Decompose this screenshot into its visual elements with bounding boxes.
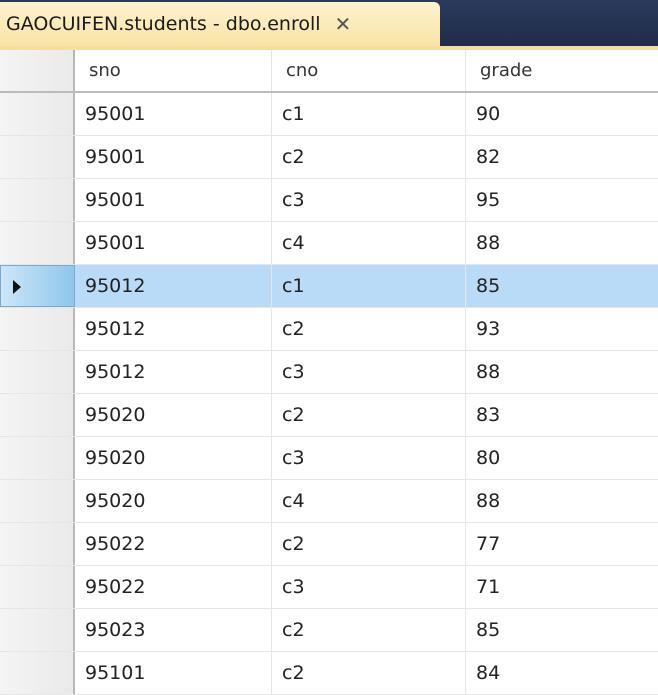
row-selector[interactable] bbox=[0, 351, 75, 393]
cell-cno[interactable]: c2 bbox=[272, 308, 466, 350]
row-selector[interactable] bbox=[0, 566, 75, 608]
row-selector[interactable] bbox=[0, 437, 75, 479]
cell-grade[interactable]: 88 bbox=[466, 480, 658, 522]
cell-sno[interactable]: 95001 bbox=[75, 93, 272, 135]
table-row[interactable]: 95001 c4 88 bbox=[0, 222, 658, 265]
cell-sno[interactable]: 95020 bbox=[75, 394, 272, 436]
cell-sno[interactable]: 95020 bbox=[75, 437, 272, 479]
row-selector[interactable] bbox=[0, 179, 75, 221]
cell-cno[interactable]: c1 bbox=[272, 93, 466, 135]
table-row[interactable]: 95020 c2 83 bbox=[0, 394, 658, 437]
cell-cno[interactable]: c4 bbox=[272, 480, 466, 522]
table-row[interactable]: 95001 c1 90 bbox=[0, 93, 658, 136]
table-row[interactable]: 95001 c2 82 bbox=[0, 136, 658, 179]
row-selector[interactable] bbox=[0, 222, 75, 264]
row-selector[interactable] bbox=[0, 93, 75, 135]
cell-cno[interactable]: c3 bbox=[272, 351, 466, 393]
cell-grade[interactable]: 80 bbox=[466, 437, 658, 479]
row-selector[interactable] bbox=[0, 609, 75, 651]
table-row[interactable]: 95020 c3 80 bbox=[0, 437, 658, 480]
table-row[interactable]: 95101 c2 84 bbox=[0, 652, 658, 695]
cell-grade[interactable]: 77 bbox=[466, 523, 658, 565]
document-tab-bar: GAOCUIFEN.students - dbo.enroll ✕ bbox=[0, 0, 658, 50]
tab-enroll[interactable]: GAOCUIFEN.students - dbo.enroll ✕ bbox=[0, 2, 440, 46]
column-header-cno[interactable]: cno bbox=[272, 50, 466, 91]
close-icon[interactable]: ✕ bbox=[335, 12, 352, 36]
table-row[interactable]: 95001 c3 95 bbox=[0, 179, 658, 222]
cell-grade[interactable]: 88 bbox=[466, 222, 658, 264]
row-selector[interactable] bbox=[0, 480, 75, 522]
table-row[interactable]: 95023 c2 85 bbox=[0, 609, 658, 652]
cell-grade[interactable]: 83 bbox=[466, 394, 658, 436]
cell-sno[interactable]: 95020 bbox=[75, 480, 272, 522]
cell-grade[interactable]: 88 bbox=[466, 351, 658, 393]
tab-title: GAOCUIFEN.students - dbo.enroll bbox=[6, 13, 321, 35]
results-grid: sno cno grade 95001 c1 90 95001 c2 82 95001 c3 9… bbox=[0, 50, 658, 695]
cell-grade[interactable]: 95 bbox=[466, 179, 658, 221]
cell-sno[interactable]: 95001 bbox=[75, 136, 272, 178]
cell-cno[interactable]: c3 bbox=[272, 179, 466, 221]
cell-grade[interactable]: 85 bbox=[466, 265, 658, 307]
cell-grade[interactable]: 71 bbox=[466, 566, 658, 608]
table-row[interactable]: 95022 c2 77 bbox=[0, 523, 658, 566]
current-row-arrow-icon bbox=[13, 280, 21, 294]
cell-sno[interactable]: 95001 bbox=[75, 179, 272, 221]
header-row: sno cno grade bbox=[0, 50, 658, 93]
cell-cno[interactable]: c2 bbox=[272, 652, 466, 694]
cell-sno[interactable]: 95022 bbox=[75, 523, 272, 565]
cell-grade[interactable]: 82 bbox=[466, 136, 658, 178]
cell-sno[interactable]: 95012 bbox=[75, 351, 272, 393]
cell-grade[interactable]: 90 bbox=[466, 93, 658, 135]
cell-sno[interactable]: 95012 bbox=[75, 308, 272, 350]
row-selector[interactable] bbox=[0, 308, 75, 350]
row-selector[interactable] bbox=[0, 394, 75, 436]
row-selector[interactable] bbox=[0, 136, 75, 178]
cell-cno[interactable]: c2 bbox=[272, 609, 466, 651]
cell-sno[interactable]: 95023 bbox=[75, 609, 272, 651]
cell-cno[interactable]: c2 bbox=[272, 394, 466, 436]
corner-header[interactable] bbox=[0, 50, 75, 91]
column-header-grade[interactable]: grade bbox=[466, 50, 658, 91]
cell-grade[interactable]: 93 bbox=[466, 308, 658, 350]
cell-cno[interactable]: c3 bbox=[272, 566, 466, 608]
cell-cno[interactable]: c1 bbox=[272, 265, 466, 307]
cell-sno[interactable]: 95101 bbox=[75, 652, 272, 694]
cell-grade[interactable]: 85 bbox=[466, 609, 658, 651]
column-header-sno[interactable]: sno bbox=[75, 50, 272, 91]
row-selector[interactable] bbox=[0, 523, 75, 565]
cell-sno[interactable]: 95012 bbox=[75, 265, 272, 307]
cell-sno[interactable]: 95022 bbox=[75, 566, 272, 608]
cell-cno[interactable]: c4 bbox=[272, 222, 466, 264]
cell-cno[interactable]: c2 bbox=[272, 523, 466, 565]
cell-grade[interactable]: 84 bbox=[466, 652, 658, 694]
table-row[interactable]: 95012 c3 88 bbox=[0, 351, 658, 394]
cell-cno[interactable]: c3 bbox=[272, 437, 466, 479]
table-row[interactable]: 95022 c3 71 bbox=[0, 566, 658, 609]
cell-sno[interactable]: 95001 bbox=[75, 222, 272, 264]
cell-cno[interactable]: c2 bbox=[272, 136, 466, 178]
row-selector[interactable] bbox=[0, 652, 75, 694]
table-row[interactable]: 95012 c1 85 bbox=[0, 265, 658, 308]
table-row[interactable]: 95012 c2 93 bbox=[0, 308, 658, 351]
table-row[interactable]: 95020 c4 88 bbox=[0, 480, 658, 523]
row-selector[interactable] bbox=[0, 265, 75, 307]
